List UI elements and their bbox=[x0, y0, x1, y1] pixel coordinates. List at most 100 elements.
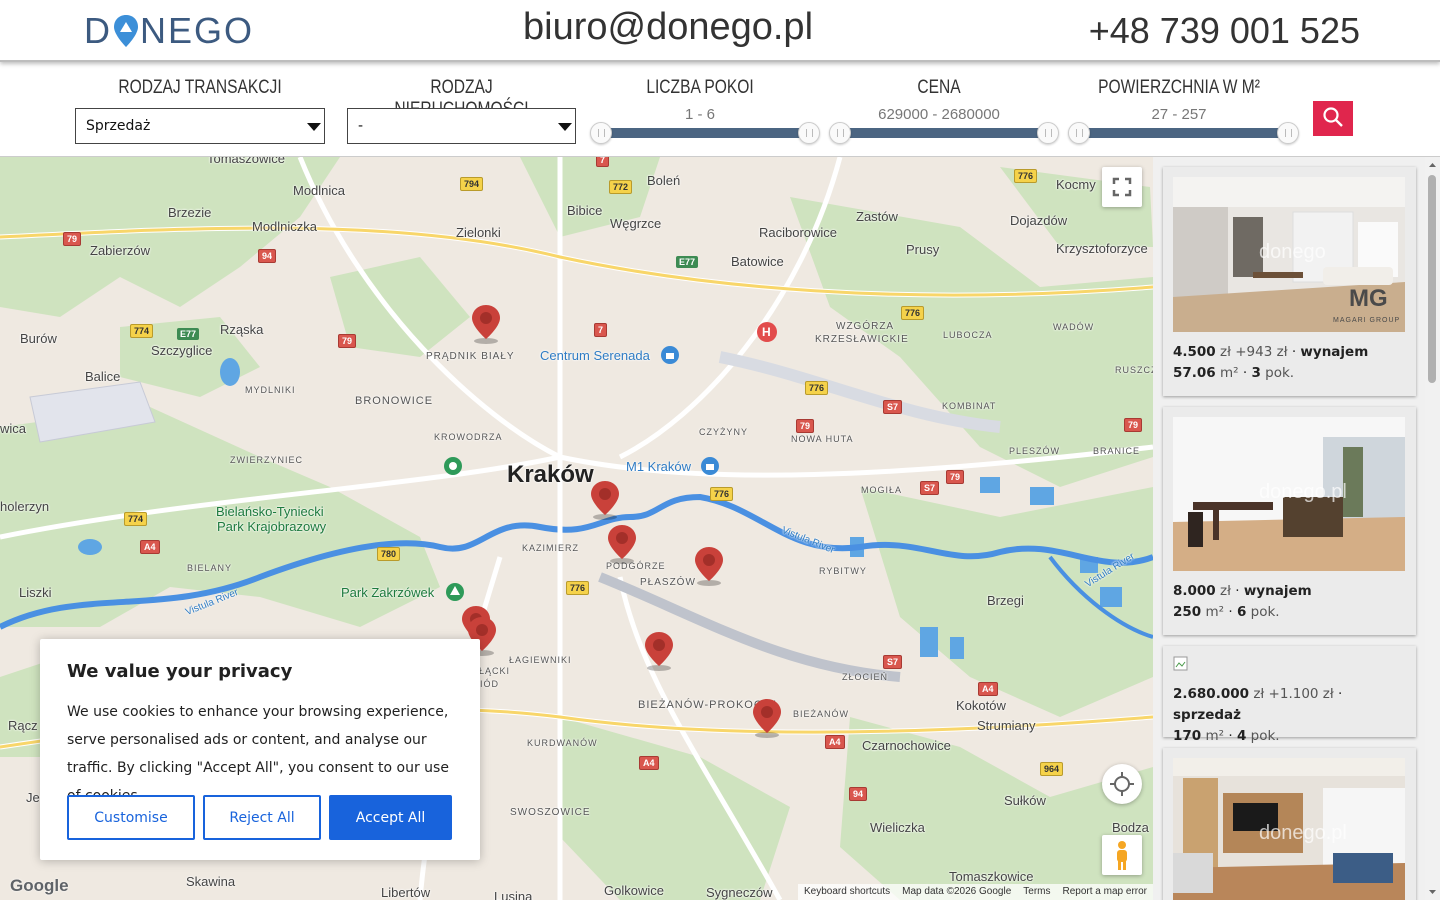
property-marker[interactable] bbox=[606, 523, 638, 565]
road-sign: E77 bbox=[676, 256, 699, 268]
road-sign: E77 bbox=[177, 328, 200, 340]
separator: · bbox=[1228, 604, 1233, 620]
park-icon[interactable] bbox=[445, 582, 465, 602]
map-label: Raciborowice bbox=[759, 225, 838, 240]
listing-price-line: 4.500 zł +943 zł · wynajem bbox=[1173, 342, 1406, 363]
accept-all-button[interactable]: Accept All bbox=[329, 795, 452, 840]
road-sign: 79 bbox=[796, 419, 815, 433]
map-label: KRZESŁAWICKIE bbox=[815, 334, 909, 345]
slider-min-handle[interactable] bbox=[829, 122, 851, 144]
separator: · bbox=[1338, 686, 1343, 702]
map-label: WZGÓRZA bbox=[836, 321, 895, 332]
map-attribution: Keyboard shortcuts Map data ©2026 Google… bbox=[797, 884, 1153, 900]
listing-card[interactable]: donego MG MAGARI GROUP 4.500 zł +943 zł … bbox=[1163, 167, 1416, 396]
price-slider[interactable] bbox=[829, 122, 1059, 144]
rooms-unit: pok. bbox=[1250, 604, 1280, 620]
scroll-down-icon[interactable] bbox=[1425, 887, 1440, 897]
terms-link[interactable]: Terms bbox=[1023, 886, 1050, 898]
broken-image-icon bbox=[1173, 656, 1188, 671]
map-label: PŁASZÓW bbox=[640, 577, 696, 588]
listing-area: 250 bbox=[1173, 604, 1202, 620]
brand-mark: MG bbox=[1349, 285, 1388, 312]
listing-photo[interactable]: donego MG MAGARI GROUP bbox=[1173, 177, 1405, 332]
road-sign: 774 bbox=[124, 512, 148, 526]
listing-details-line: 250 m² · 6 pok. bbox=[1173, 602, 1406, 623]
area-unit: m² bbox=[1205, 728, 1225, 744]
zoo-icon[interactable] bbox=[443, 456, 463, 476]
listing-rooms: 4 bbox=[1236, 728, 1247, 744]
hospital-icon[interactable]: H bbox=[756, 321, 778, 343]
listing-photo[interactable]: donego.pl bbox=[1173, 758, 1405, 900]
listing-scrollbar[interactable] bbox=[1425, 157, 1440, 900]
search-button[interactable] bbox=[1313, 101, 1353, 136]
map-label: Sułków bbox=[1004, 793, 1046, 808]
property-marker[interactable] bbox=[470, 303, 502, 345]
customise-button[interactable]: Customise bbox=[67, 795, 195, 840]
contact-phone[interactable]: +48 739 001 525 bbox=[1089, 10, 1360, 52]
map-label: MYDLNIKI bbox=[245, 385, 296, 395]
brand-name: MAGARI GROUP bbox=[1333, 317, 1401, 324]
currency: zł bbox=[1253, 686, 1265, 702]
area-slider[interactable] bbox=[1068, 122, 1299, 144]
poi-label[interactable]: Park Zakrzówek bbox=[341, 585, 434, 600]
slider-max-handle[interactable] bbox=[1277, 122, 1299, 144]
map-label: Burów bbox=[20, 331, 57, 346]
keyboard-shortcuts-link[interactable]: Keyboard shortcuts bbox=[804, 886, 890, 898]
map-label: Sygneczów bbox=[706, 885, 773, 900]
rooms-unit: pok. bbox=[1250, 728, 1280, 744]
map-label: Bodza bbox=[1112, 820, 1149, 835]
transaction-type-select[interactable]: Sprzedaż bbox=[75, 108, 325, 144]
site-logo[interactable]: D NEGO bbox=[84, 10, 254, 52]
map-label: Krzysztoforzyce bbox=[1056, 241, 1148, 256]
listing-area: 170 bbox=[1173, 728, 1202, 744]
listing-photo[interactable]: donego.pl bbox=[1173, 417, 1405, 571]
fullscreen-button[interactable] bbox=[1102, 167, 1142, 207]
map-label: Kokotów bbox=[956, 698, 1006, 713]
slider-track bbox=[600, 128, 810, 138]
listing-card[interactable]: donego.pl 8.000 zł · wynajem 250 m² · 6 … bbox=[1163, 407, 1416, 635]
property-marker[interactable] bbox=[643, 630, 675, 672]
map-label: Je bbox=[26, 790, 40, 805]
map-label: WADÓW bbox=[1053, 322, 1095, 332]
property-marker[interactable] bbox=[693, 545, 725, 587]
listing-card[interactable]: donego.pl bbox=[1163, 748, 1416, 900]
report-error-link[interactable]: Report a map error bbox=[1063, 886, 1147, 898]
shopping-icon[interactable] bbox=[660, 345, 680, 365]
map-label: Brzezie bbox=[168, 205, 212, 220]
separator: · bbox=[1228, 728, 1233, 744]
slider-min-handle[interactable] bbox=[1068, 122, 1090, 144]
scroll-up-icon[interactable] bbox=[1425, 160, 1440, 170]
contact-email[interactable]: biuro@donego.pl bbox=[523, 6, 813, 49]
map-label: BIEŻANÓW bbox=[793, 709, 850, 719]
listing-details-line: 170 m² · 4 pok. bbox=[1173, 726, 1406, 747]
cookie-consent-dialog: We value your privacy We use cookies to … bbox=[40, 639, 480, 860]
street-view-button[interactable] bbox=[1102, 835, 1142, 875]
listing-card[interactable]: 2.680.000 zł +1.100 zł · sprzedaż 170 m²… bbox=[1163, 646, 1416, 744]
shopping-icon[interactable] bbox=[700, 456, 720, 476]
road-sign: 774 bbox=[130, 324, 154, 338]
map-label: Lusina bbox=[494, 889, 533, 900]
listing-type: wynajem bbox=[1300, 344, 1369, 360]
reject-all-button[interactable]: Reject All bbox=[203, 795, 321, 840]
scrollbar-thumb[interactable] bbox=[1428, 175, 1436, 383]
rooms-range-value: 1 - 6 bbox=[684, 106, 715, 123]
poi-label[interactable]: M1 Kraków bbox=[626, 459, 691, 474]
poi-label[interactable]: Centrum Serenada bbox=[540, 348, 650, 363]
slider-min-handle[interactable] bbox=[590, 122, 612, 144]
google-logo[interactable]: Google bbox=[10, 876, 69, 896]
property-marker[interactable] bbox=[751, 697, 783, 739]
map-label: KOMBINAT bbox=[942, 401, 997, 411]
property-type-select[interactable]: - bbox=[347, 108, 576, 144]
slider-max-handle[interactable] bbox=[798, 122, 820, 144]
map-label: Balice bbox=[85, 369, 121, 384]
slider-max-handle[interactable] bbox=[1037, 122, 1059, 144]
separator: · bbox=[1291, 344, 1297, 360]
recenter-button[interactable] bbox=[1102, 764, 1142, 804]
rooms-slider[interactable] bbox=[590, 122, 820, 144]
map-label: Tomaszowice bbox=[207, 157, 286, 166]
map-label: Strumiany bbox=[977, 718, 1036, 733]
property-marker[interactable] bbox=[589, 479, 621, 521]
map-label: wica bbox=[0, 421, 27, 436]
map-label: Rącz bbox=[8, 718, 38, 733]
listing-type: sprzedaż bbox=[1173, 707, 1242, 723]
